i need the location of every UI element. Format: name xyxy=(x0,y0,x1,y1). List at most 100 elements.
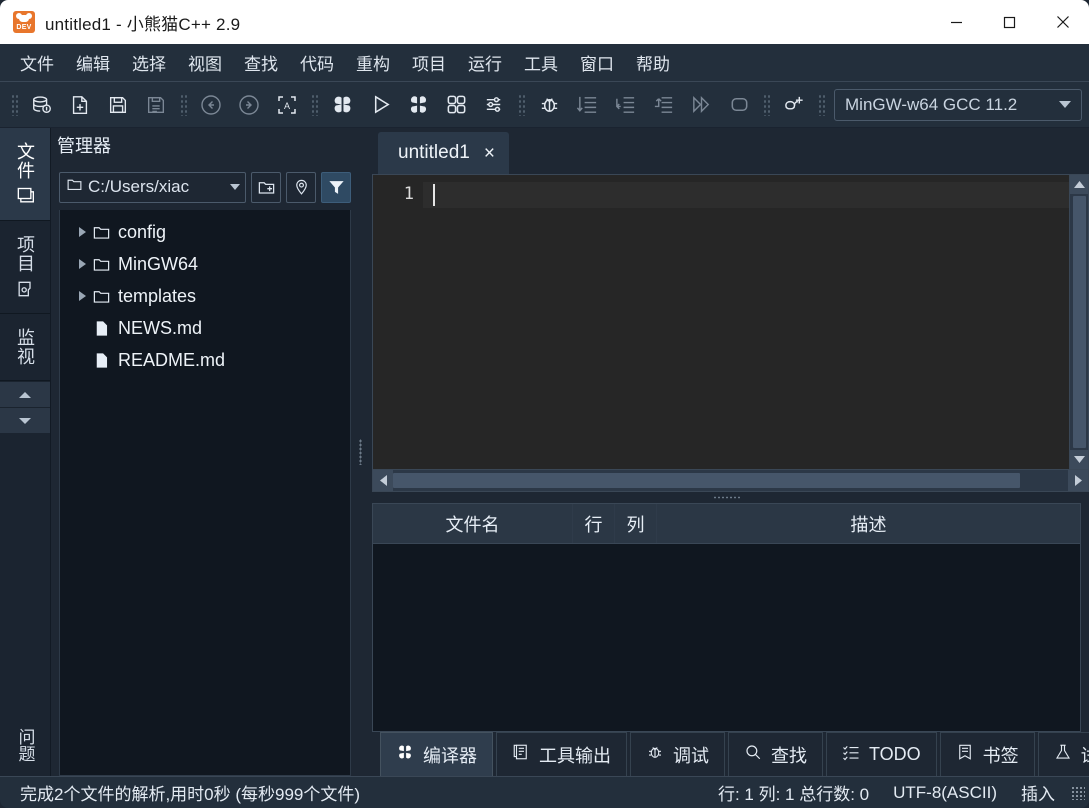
list-item[interactable]: templates xyxy=(60,280,350,312)
run-icon[interactable] xyxy=(363,88,397,122)
todo-icon xyxy=(842,743,860,766)
back-icon[interactable] xyxy=(194,88,228,122)
new-folder-icon[interactable] xyxy=(251,172,281,203)
save-icon[interactable] xyxy=(101,88,135,122)
scroll-thumb[interactable] xyxy=(393,473,1020,488)
close-icon[interactable]: × xyxy=(484,144,495,163)
scroll-track[interactable] xyxy=(1070,194,1088,450)
status-insert-mode[interactable]: 插入 xyxy=(1009,780,1067,805)
toolbar: A xyxy=(0,82,1089,128)
scroll-down-icon[interactable] xyxy=(1070,450,1088,469)
sidebar-item-label: 监视 xyxy=(12,328,38,366)
list-item-label: templates xyxy=(118,286,196,307)
expand-arrow-icon[interactable] xyxy=(72,259,92,269)
sidebar-item-files[interactable]: 文件 xyxy=(0,128,50,221)
scroll-left-icon[interactable] xyxy=(373,470,393,491)
tab-problems[interactable]: 试题 xyxy=(1038,732,1089,776)
code-editor[interactable]: 1 xyxy=(372,174,1089,470)
sidebar-scroll-up[interactable] xyxy=(0,381,50,407)
folder-icon xyxy=(92,223,118,242)
menu-project[interactable]: 项目 xyxy=(402,46,456,79)
sidebar-item-label: 项目 xyxy=(12,235,38,273)
menu-edit[interactable]: 编辑 xyxy=(66,46,120,79)
list-item[interactable]: NEWS.md xyxy=(60,312,350,344)
expand-arrow-icon[interactable] xyxy=(72,227,92,237)
path-selector[interactable]: C:/Users/xiac xyxy=(59,172,246,203)
column-header-description[interactable]: 描述 xyxy=(657,504,1080,543)
menu-refactor[interactable]: 重构 xyxy=(346,46,400,79)
step-into-icon[interactable] xyxy=(608,88,642,122)
tab-bookmarks[interactable]: 书签 xyxy=(940,732,1035,776)
files-icon xyxy=(15,186,35,206)
menu-find[interactable]: 查找 xyxy=(234,46,288,79)
sidebar-scroll-down[interactable] xyxy=(0,407,50,433)
menu-view[interactable]: 视图 xyxy=(178,46,232,79)
resize-grip[interactable] xyxy=(1071,786,1085,800)
column-header-column[interactable]: 列 xyxy=(615,504,657,543)
status-encoding[interactable]: UTF-8(ASCII) xyxy=(881,783,1009,803)
scroll-up-icon[interactable] xyxy=(1070,175,1088,194)
tab-tool-output[interactable]: 工具输出 xyxy=(496,732,627,776)
filter-icon[interactable] xyxy=(321,172,351,203)
locate-icon[interactable] xyxy=(286,172,316,203)
tab-compiler[interactable]: 编译器 xyxy=(380,732,493,776)
debug-icon[interactable] xyxy=(532,88,566,122)
tab-debug[interactable]: 调试 xyxy=(630,732,725,776)
tab-todo[interactable]: TODO xyxy=(826,732,937,776)
add-watch-icon[interactable] xyxy=(777,88,811,122)
list-item-label: MinGW64 xyxy=(118,254,198,275)
vertical-splitter[interactable] xyxy=(357,128,364,776)
compiler-set-select[interactable]: MinGW-w64 GCC 11.2 xyxy=(834,89,1082,121)
step-over-icon[interactable] xyxy=(570,88,604,122)
forward-icon[interactable] xyxy=(232,88,266,122)
editor-vertical-scrollbar[interactable] xyxy=(1069,175,1088,469)
column-header-line[interactable]: 行 xyxy=(573,504,615,543)
menu-help[interactable]: 帮助 xyxy=(626,46,680,79)
scroll-track[interactable] xyxy=(393,470,1068,491)
compile-icon[interactable] xyxy=(325,88,359,122)
options-icon[interactable] xyxy=(477,88,511,122)
table-body[interactable] xyxy=(373,544,1080,731)
new-project-icon[interactable] xyxy=(25,88,59,122)
scroll-right-icon[interactable] xyxy=(1068,470,1088,491)
status-message: 完成2个文件的解析,用时0秒 (每秒999个文件) xyxy=(8,780,372,805)
editor-tab-bar: untitled1 × xyxy=(364,128,1089,174)
file-tree[interactable]: config MinGW64 templates xyxy=(59,210,351,776)
sidebar-item-issues[interactable]: 问题 xyxy=(0,718,50,776)
maximize-button[interactable] xyxy=(983,0,1036,44)
sidebar-item-project[interactable]: 项目 xyxy=(0,221,50,314)
expand-arrow-icon[interactable] xyxy=(72,291,92,301)
tab-find[interactable]: 查找 xyxy=(728,732,823,776)
stop-icon[interactable] xyxy=(722,88,756,122)
menu-file[interactable]: 文件 xyxy=(10,46,64,79)
save-all-icon[interactable] xyxy=(139,88,173,122)
chevron-down-icon xyxy=(230,184,240,190)
rebuild-icon[interactable] xyxy=(439,88,473,122)
list-item[interactable]: README.md xyxy=(60,344,350,376)
new-file-icon[interactable] xyxy=(63,88,97,122)
compile-run-icon[interactable] xyxy=(401,88,435,122)
horizontal-splitter[interactable] xyxy=(364,492,1089,503)
tab-label: 调试 xyxy=(673,742,709,768)
menu-window[interactable]: 窗口 xyxy=(570,46,624,79)
menu-select[interactable]: 选择 xyxy=(122,46,176,79)
sidebar-item-watch[interactable]: 监视 xyxy=(0,314,50,381)
tab-label: 书签 xyxy=(983,742,1019,768)
tab-untitled1[interactable]: untitled1 × xyxy=(378,132,509,174)
list-item[interactable]: config xyxy=(60,216,350,248)
editor-horizontal-scrollbar[interactable] xyxy=(372,470,1089,492)
explorer-toolbar: C:/Users/xiac xyxy=(51,164,357,210)
menu-tools[interactable]: 工具 xyxy=(514,46,568,79)
minimize-button[interactable] xyxy=(930,0,983,44)
menu-code[interactable]: 代码 xyxy=(290,46,344,79)
close-button[interactable] xyxy=(1036,0,1089,44)
list-item[interactable]: MinGW64 xyxy=(60,248,350,280)
menu-run[interactable]: 运行 xyxy=(458,46,512,79)
step-out-icon[interactable] xyxy=(646,88,680,122)
scroll-thumb[interactable] xyxy=(1073,196,1086,448)
code-surface[interactable] xyxy=(423,175,1069,469)
toolbar-separator xyxy=(310,94,319,116)
column-header-filename[interactable]: 文件名 xyxy=(373,504,573,543)
select-all-icon[interactable]: A xyxy=(270,88,304,122)
continue-icon[interactable] xyxy=(684,88,718,122)
